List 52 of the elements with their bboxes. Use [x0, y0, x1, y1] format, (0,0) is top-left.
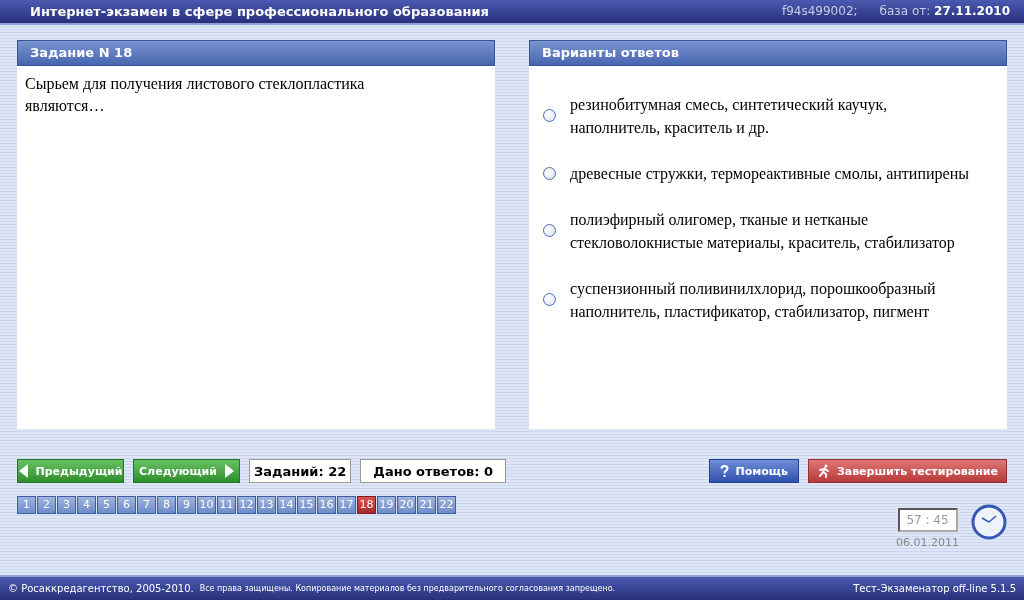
- help-button[interactable]: Помощь: [709, 459, 799, 484]
- window-title: Интернет-экзамен в сфере профессионального образования: [30, 3, 490, 19]
- base-date: база от: 27.11.2010: [879, 4, 1010, 19]
- running-person-icon: [816, 464, 831, 479]
- page-number-button[interactable]: 15: [297, 495, 316, 514]
- page-number-button[interactable]: 13: [257, 495, 276, 514]
- left-triangle-icon: [18, 464, 28, 479]
- page-number-button[interactable]: 22: [437, 495, 456, 514]
- finish-button[interactable]: Завершить тестирование: [807, 459, 1007, 484]
- copyright-notice: Все права защищены. Копирование материалов без предварительного согласования запрещено.: [199, 584, 616, 594]
- page-number-button[interactable]: 6: [117, 495, 136, 514]
- current-date: 06.01.2011: [896, 535, 959, 549]
- right-triangle-icon: [224, 464, 234, 479]
- radio-button[interactable]: [543, 293, 556, 307]
- page-number-button[interactable]: 10: [197, 495, 216, 514]
- radio-button[interactable]: [543, 109, 556, 123]
- page-number-button[interactable]: 18: [357, 495, 376, 514]
- page-number-button[interactable]: 1: [17, 495, 36, 514]
- page-number-button[interactable]: 21: [417, 495, 436, 514]
- panel-title: Варианты ответов: [529, 39, 1007, 66]
- question-mark-icon: [720, 464, 730, 478]
- page-number-button[interactable]: 7: [137, 495, 156, 514]
- answer-option[interactable]: резинобитумная смесь, синтетический каучук, наполнитель, краситель и др.: [570, 92, 975, 139]
- page-number-button[interactable]: 2: [37, 495, 56, 514]
- page-number-button[interactable]: 4: [77, 495, 96, 514]
- clock-icon: [971, 503, 1007, 540]
- radio-button[interactable]: [543, 224, 556, 238]
- answer-option[interactable]: древесные стружки, термореактивные смолы, антипирены: [570, 161, 969, 185]
- question-text: Сырьем для получения листового стеклопластика являются…: [24, 73, 366, 116]
- answer-option[interactable]: полиэфирный олигомер, тканые и нетканые стекловолокнистые материалы, краситель, стабилизатор: [570, 207, 975, 254]
- page-number-button[interactable]: 12: [237, 495, 256, 514]
- page-number-button[interactable]: 8: [157, 495, 176, 514]
- page-number-button[interactable]: 16: [317, 495, 336, 514]
- answer-option[interactable]: суспензионный поливинилхлорид, порошкообразный наполнитель, пластификатор, стабилизатор, пигмент: [570, 276, 975, 323]
- timer-display: 57 : 45: [897, 507, 958, 532]
- panel-title: Задание N 18: [17, 39, 495, 66]
- page-number-button[interactable]: 5: [97, 495, 116, 514]
- page-number-button[interactable]: 9: [177, 495, 196, 514]
- copyright-text: © Росаккредагентство, 2005-2010.: [8, 583, 194, 595]
- page-number-button[interactable]: 14: [277, 495, 296, 514]
- page-number-button[interactable]: 20: [397, 495, 416, 514]
- session-code: f94s499002;: [781, 4, 858, 19]
- page-number-button[interactable]: 3: [57, 495, 76, 514]
- version-text: Тест-Экзаменатор off-line 5.1.5: [853, 583, 1016, 595]
- next-button[interactable]: Следующий: [133, 459, 240, 484]
- previous-button[interactable]: Предыдущий: [17, 459, 124, 484]
- page-number-button[interactable]: 19: [377, 495, 396, 514]
- answers-count: Дано ответов: 0: [360, 459, 507, 484]
- radio-button[interactable]: [543, 166, 556, 180]
- page-number-button[interactable]: 11: [217, 495, 236, 514]
- page-number-button[interactable]: 17: [337, 495, 356, 514]
- tasks-count: Заданий: 22: [249, 459, 352, 484]
